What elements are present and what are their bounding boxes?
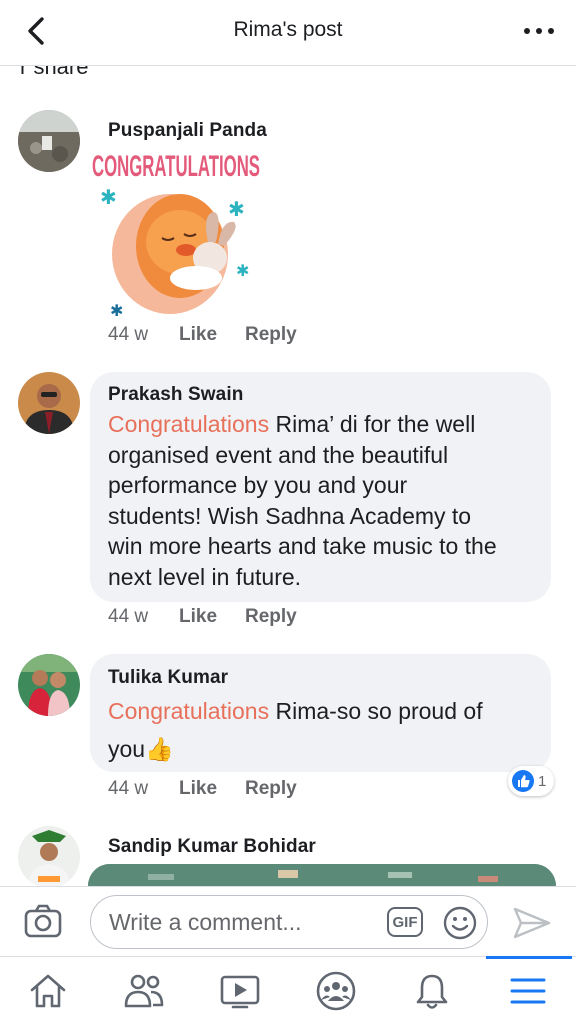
congratulations-sticker: CONGRATULATIONS ✱ ✱ ✱ ✱ [88,146,264,322]
comment-author[interactable]: Tulika Kumar [108,667,228,689]
more-options-icon[interactable] [524,18,554,44]
like-button[interactable]: Like [179,606,245,628]
svg-text:✱: ✱ [100,187,117,209]
sticker-caption: CONGRATULATIONS [92,150,260,183]
comment-input[interactable]: Write a comment... GIF [90,895,488,949]
active-tab-indicator [486,956,572,959]
svg-text:✱: ✱ [228,199,245,221]
friends-icon[interactable] [122,971,166,1011]
comment-actions: 44 w Like Reply [108,778,297,800]
svg-text:✱: ✱ [236,263,249,280]
comment-actions: 44 w Like Reply [108,606,297,628]
home-icon[interactable] [26,971,70,1011]
highlighted-word[interactable]: Congratulations [108,411,269,437]
groups-icon[interactable] [314,971,358,1011]
avatar[interactable] [18,110,80,172]
comment-author[interactable]: Prakash Swain [108,384,243,406]
comment-time: 44 w [108,606,149,627]
avatar[interactable] [18,654,80,716]
reply-button[interactable]: Reply [245,324,297,346]
comment-actions: 44 w Like Reply [108,324,297,346]
comment-author[interactable]: Puspanjali Panda [108,120,267,142]
comment-composer: Write a comment... GIF [0,886,576,956]
page-title: Rima's post [233,18,343,41]
highlighted-word[interactable]: Congratulations [108,698,269,724]
camera-icon[interactable] [24,904,62,938]
bottom-tab-bar [0,956,576,1024]
like-button[interactable]: Like [179,778,245,800]
avatar[interactable] [18,826,80,886]
comment-time: 44 w [108,324,149,345]
reply-button[interactable]: Reply [245,778,297,800]
top-bar: Rima's post [0,0,576,66]
reaction-count: 1 [538,772,547,790]
comment-input-placeholder: Write a comment... [109,909,302,935]
truncated-text: r share [20,66,89,79]
comment-author[interactable]: Sandip Kumar Bohidar [108,836,316,858]
reply-button[interactable]: Reply [245,606,297,628]
comment-media-preview[interactable] [88,864,556,886]
reaction-count-badge[interactable]: 1 [508,766,554,796]
send-icon[interactable] [512,906,552,940]
like-button[interactable]: Like [179,324,245,346]
svg-text:✱: ✱ [110,303,123,320]
emoji-icon[interactable] [443,906,477,940]
menu-icon[interactable] [506,971,550,1011]
notifications-icon[interactable] [410,971,454,1011]
avatar[interactable] [18,372,80,434]
watch-icon[interactable] [218,971,262,1011]
comment-time: 44 w [108,778,149,799]
like-reaction-icon [512,770,534,792]
comments-feed[interactable]: r share Puspanjali Panda CONGRATULATIONS… [0,66,576,886]
comment-text: Congratulations Rima-so so proud of you👍 [108,698,483,762]
comment-text: Congratulations Rima’ di for the well or… [108,411,497,590]
gif-button[interactable]: GIF [387,907,423,937]
